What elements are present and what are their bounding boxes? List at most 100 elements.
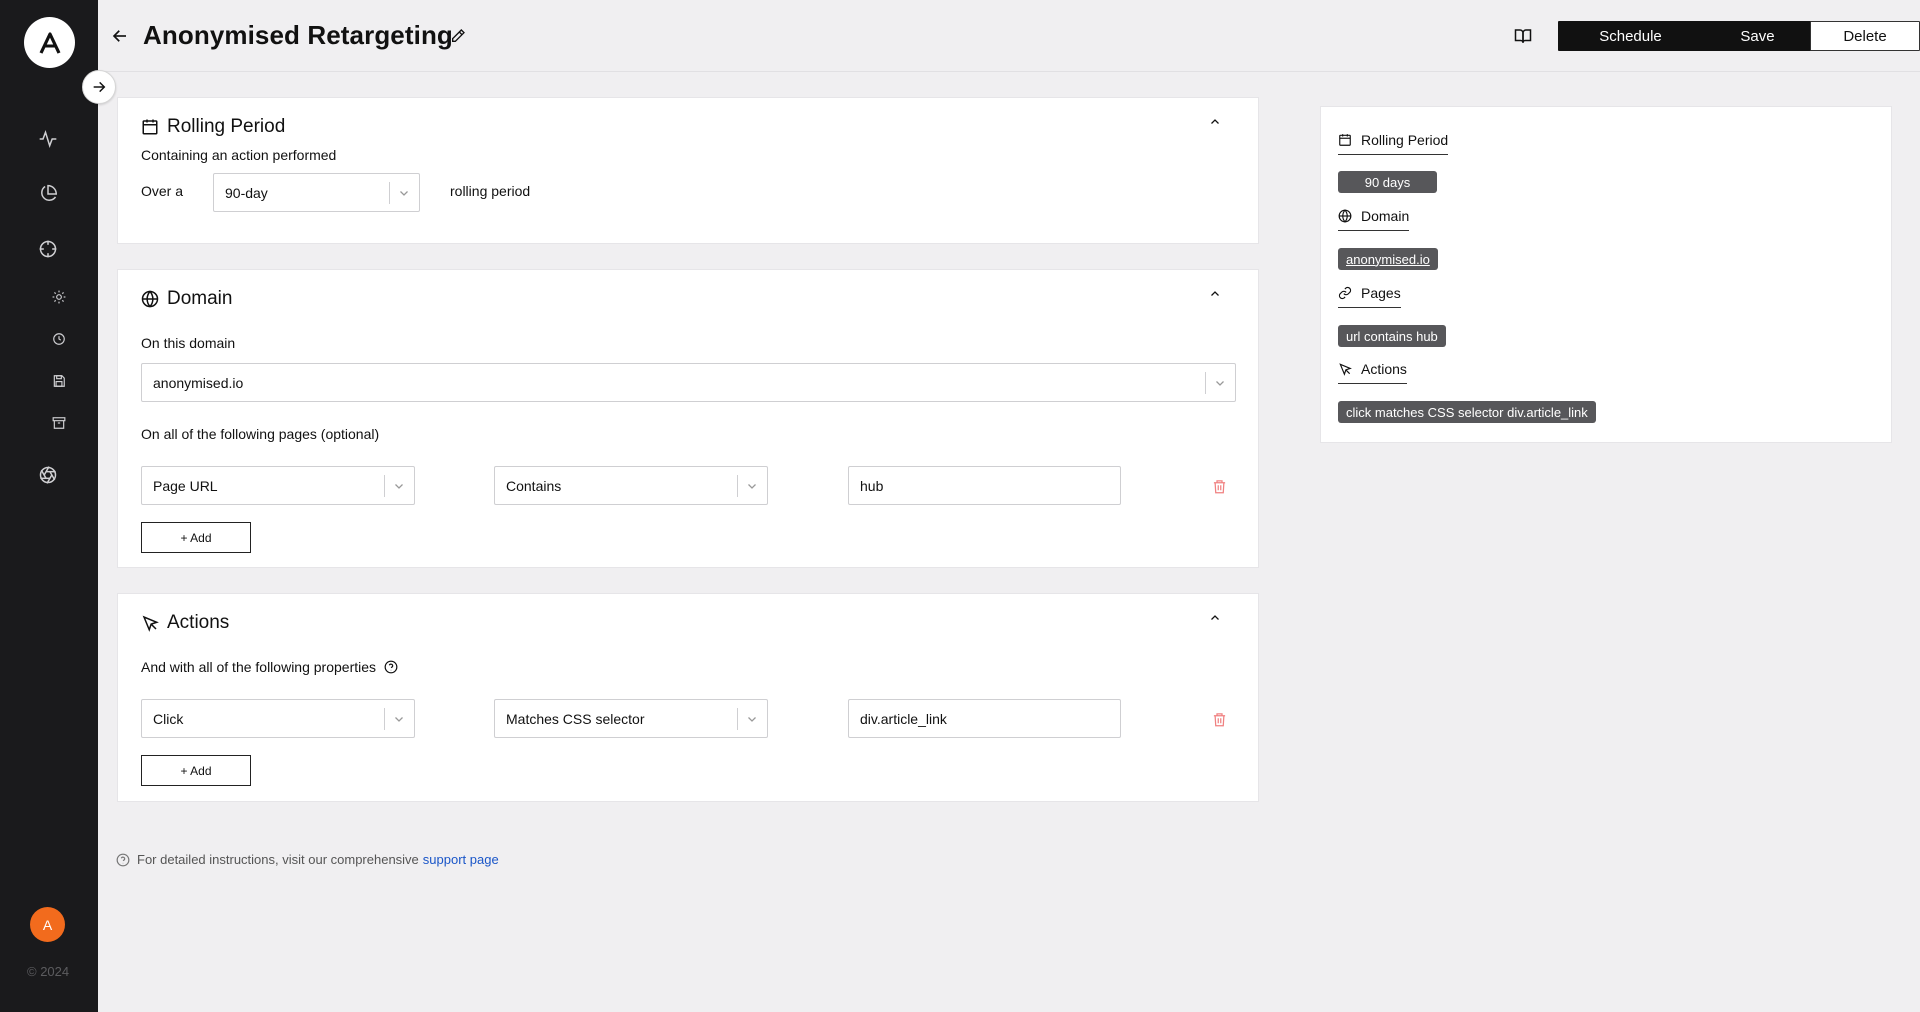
help-circle-icon[interactable]: [384, 660, 398, 674]
page-operator-value: Contains: [506, 477, 562, 494]
period-select[interactable]: 90-day: [213, 173, 420, 212]
summary-rolling-period-tag: 90 days: [1338, 171, 1437, 193]
clock-icon[interactable]: [50, 330, 68, 348]
action-operator-select[interactable]: Matches CSS selector: [494, 699, 768, 738]
chevron-down-icon: [745, 712, 759, 726]
edit-title-button[interactable]: [447, 25, 469, 47]
actions-title: Actions: [167, 612, 230, 633]
book-open-icon: [1514, 29, 1532, 43]
pencil-icon: [452, 29, 465, 42]
help-circle-icon: [116, 853, 130, 866]
delete-action-rule-button[interactable]: [1210, 709, 1228, 729]
properties-label: And with all of the following properties: [141, 659, 377, 675]
cursor-click-icon: [142, 615, 159, 632]
support-note-text: For detailed instructions, visit our com…: [137, 852, 419, 867]
archive-icon[interactable]: [50, 414, 68, 432]
actions-card: Actions And with all of the following pr…: [117, 593, 1259, 802]
link-icon: [1338, 286, 1352, 300]
select-separator: [1205, 372, 1206, 394]
sidebar: A © 2024: [0, 0, 98, 1012]
arrow-left-icon: [112, 30, 126, 42]
domain-header: Domain: [141, 288, 232, 310]
rolling-period-card: Rolling Period Containing an action perf…: [117, 97, 1259, 244]
app-logo[interactable]: [24, 17, 75, 68]
delete-button[interactable]: Delete: [1810, 21, 1920, 51]
save-icon[interactable]: [50, 372, 68, 390]
collapse-domain-button[interactable]: [1208, 287, 1222, 301]
docs-button[interactable]: [1512, 25, 1534, 47]
sun-icon[interactable]: [50, 288, 68, 306]
chevron-up-icon: [1211, 291, 1219, 296]
summary-domain-title: Domain: [1361, 208, 1410, 224]
actions-header: Actions: [141, 612, 229, 634]
chevron-up-icon: [1211, 615, 1219, 620]
summary-domain-header: Domain: [1338, 208, 1410, 231]
summary-actions-tag: click matches CSS selector div.article_l…: [1338, 401, 1596, 423]
page-operator-select[interactable]: Contains: [494, 466, 768, 505]
add-page-rule-button[interactable]: + Add: [141, 522, 251, 553]
domain-select-value: anonymised.io: [153, 374, 244, 391]
rolling-period-suffix: rolling period: [450, 183, 531, 199]
page-value-input[interactable]: hub: [848, 466, 1121, 505]
activity-icon[interactable]: [35, 126, 61, 152]
aperture-icon[interactable]: [35, 462, 61, 488]
user-avatar[interactable]: A: [30, 907, 65, 942]
pages-label: On all of the following pages (optional): [141, 426, 380, 442]
support-page-link[interactable]: support page: [423, 852, 499, 867]
schedule-button[interactable]: Schedule: [1558, 21, 1703, 51]
select-separator: [384, 708, 385, 730]
summary-actions-title: Actions: [1361, 361, 1407, 377]
properties-label-row: And with all of the following properties: [141, 659, 398, 675]
action-operator-value: Matches CSS selector: [506, 710, 645, 727]
select-separator: [384, 475, 385, 497]
chevron-down-icon: [1213, 376, 1227, 390]
chevron-down-icon: [397, 186, 411, 200]
action-value-input[interactable]: div.article_link: [848, 699, 1121, 738]
globe-icon: [141, 290, 159, 308]
action-field-value: Click: [153, 710, 184, 727]
period-select-value: 90-day: [225, 184, 268, 201]
save-button[interactable]: Save: [1685, 21, 1830, 51]
summary-pages-title: Pages: [1361, 285, 1401, 301]
expand-sidebar-button[interactable]: [82, 70, 116, 104]
target-icon[interactable]: [35, 236, 61, 262]
summary-pages-tag: url contains hub: [1338, 325, 1446, 347]
trash-icon: [1213, 479, 1225, 493]
over-label: Over a: [141, 183, 184, 199]
collapse-rolling-period-button[interactable]: [1208, 115, 1222, 129]
summary-actions-header: Actions: [1338, 361, 1407, 384]
support-note: For detailed instructions, visit our com…: [116, 852, 499, 867]
summary-rolling-period-title: Rolling Period: [1361, 132, 1449, 148]
summary-domain-tag[interactable]: anonymised.io: [1338, 248, 1438, 270]
calendar-icon: [1339, 134, 1351, 146]
pie-chart-icon[interactable]: [35, 181, 61, 207]
globe-icon: [1338, 209, 1352, 223]
chevron-down-icon: [745, 479, 759, 493]
domain-card: Domain On this domain anonymised.io On a…: [117, 269, 1259, 568]
delete-page-rule-button[interactable]: [1210, 476, 1228, 496]
page-header: Anonymised Retargeting Schedule Save Del…: [98, 0, 1920, 72]
select-separator: [389, 182, 390, 204]
logo-icon: [39, 31, 60, 54]
domain-title: Domain: [167, 288, 233, 309]
page-title: Anonymised Retargeting: [143, 20, 453, 50]
summary-rolling-period-header: Rolling Period: [1338, 132, 1449, 155]
calendar-icon: [142, 119, 158, 135]
domain-label: On this domain: [141, 335, 236, 351]
domain-select[interactable]: anonymised.io: [141, 363, 1236, 402]
summary-pages-header: Pages: [1338, 285, 1401, 308]
copyright-text: © 2024: [27, 964, 70, 979]
arrow-right-icon: [93, 81, 106, 93]
add-action-rule-button[interactable]: + Add: [141, 755, 251, 786]
collapse-actions-button[interactable]: [1208, 611, 1222, 625]
page-field-select[interactable]: Page URL: [141, 466, 415, 505]
chevron-down-icon: [392, 712, 406, 726]
select-separator: [737, 708, 738, 730]
rolling-period-subtitle: Containing an action performed: [141, 147, 337, 163]
segment-summary-panel: Rolling Period 90 days Domain anonymised…: [1320, 106, 1892, 443]
cursor-click-icon: [1339, 363, 1352, 376]
chevron-down-icon: [392, 479, 406, 493]
action-field-select[interactable]: Click: [141, 699, 415, 738]
page-field-value: Page URL: [153, 477, 218, 494]
back-button[interactable]: [108, 24, 132, 48]
